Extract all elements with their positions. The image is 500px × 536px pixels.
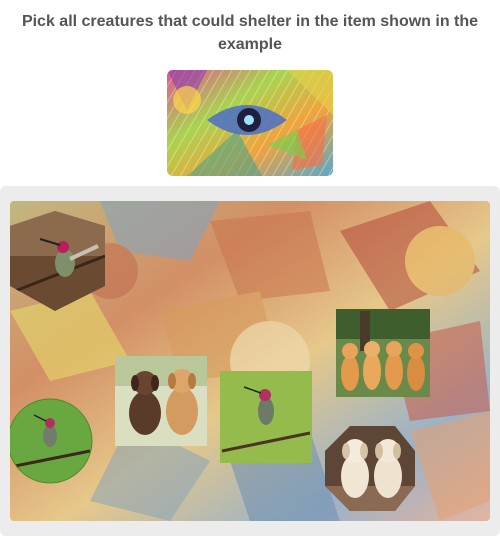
tile-hummingbird-square[interactable] xyxy=(220,371,312,463)
birdhouse-pattern-image xyxy=(167,70,333,176)
tile-kittens-square[interactable] xyxy=(336,309,430,397)
instruction-line-2: example xyxy=(217,36,283,53)
dog-icon xyxy=(374,439,402,498)
instruction-line-1: Pick all creatures that could shelter in… xyxy=(21,13,479,30)
hummingbird-icon xyxy=(55,249,75,277)
hummingbird-icon xyxy=(43,425,57,447)
dog-icon xyxy=(166,369,198,435)
dog-icon xyxy=(341,439,369,498)
image-selection-canvas[interactable] xyxy=(10,201,490,521)
tile-puppies-square[interactable] xyxy=(115,356,207,446)
dog-icon xyxy=(129,371,161,435)
example-image xyxy=(167,70,333,176)
hummingbird-icon xyxy=(258,397,274,425)
instruction-text: Pick all creatures that could shelter in… xyxy=(10,10,490,56)
collage-svg xyxy=(10,201,490,521)
